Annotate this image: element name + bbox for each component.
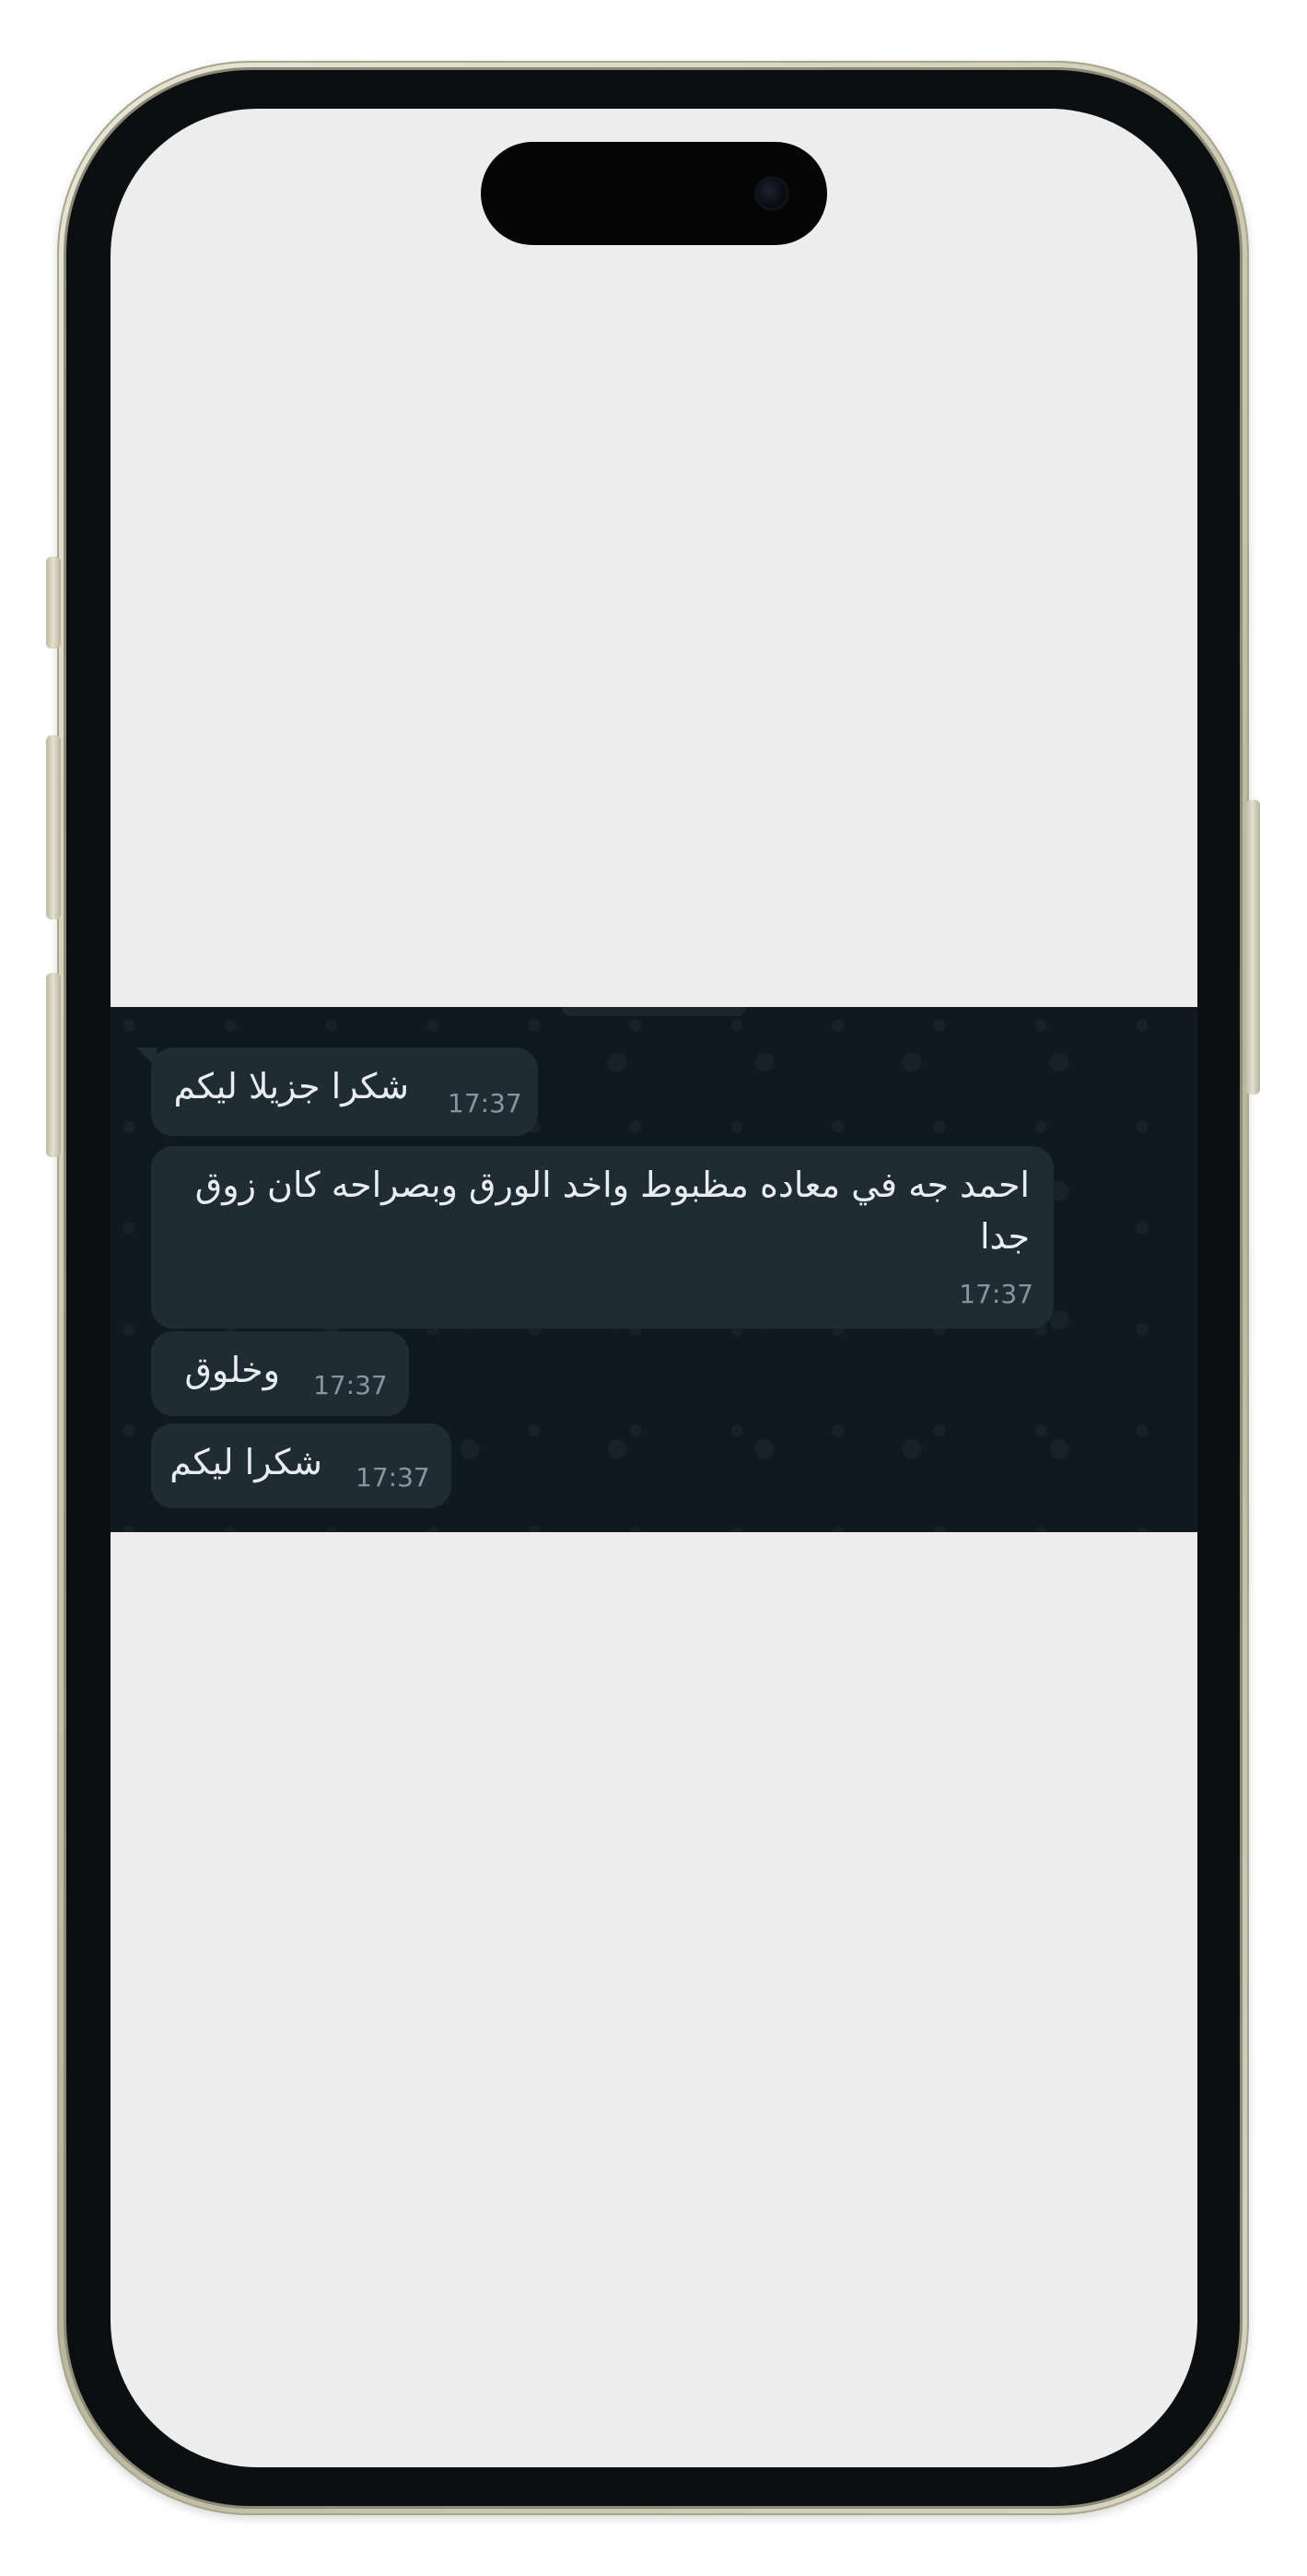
message-bubble[interactable]: شكرا جزيلا ليكم 17:37 (136, 1048, 538, 1136)
message-time: 17:37 (356, 1462, 430, 1493)
message-text: شكرا جزيلا ليكم (173, 1066, 409, 1107)
message-bubble[interactable]: وخلوق 17:37 (151, 1331, 409, 1416)
message-bubble[interactable]: شكرا ليكم 17:37 (151, 1423, 451, 1508)
partial-message-bubble (562, 1007, 746, 1016)
volume-down-button (46, 973, 61, 1157)
message-text: وخلوق (184, 1350, 280, 1390)
message-time: 17:37 (448, 1088, 522, 1118)
dynamic-island (481, 142, 827, 245)
phone-screen: شكرا جزيلا ليكم 17:37 احمد جه في معاده م… (111, 109, 1197, 2467)
message-time: 17:37 (313, 1370, 388, 1400)
chat-screenshot: شكرا جزيلا ليكم 17:37 احمد جه في معاده م… (111, 1007, 1197, 1532)
bubble-tail (136, 1048, 157, 1068)
message-bubble[interactable]: احمد جه في معاده مظبوط واخد الورق وبصراح… (151, 1146, 1054, 1329)
front-camera-icon (757, 179, 787, 208)
message-text: احمد جه في معاده مظبوط واخد الورق وبصراح… (194, 1165, 1030, 1257)
silent-switch (46, 556, 61, 649)
message-time: 17:37 (959, 1279, 1033, 1309)
power-button (1245, 800, 1260, 1095)
volume-up-button (46, 735, 61, 919)
message-text: شكرا ليكم (169, 1442, 322, 1482)
